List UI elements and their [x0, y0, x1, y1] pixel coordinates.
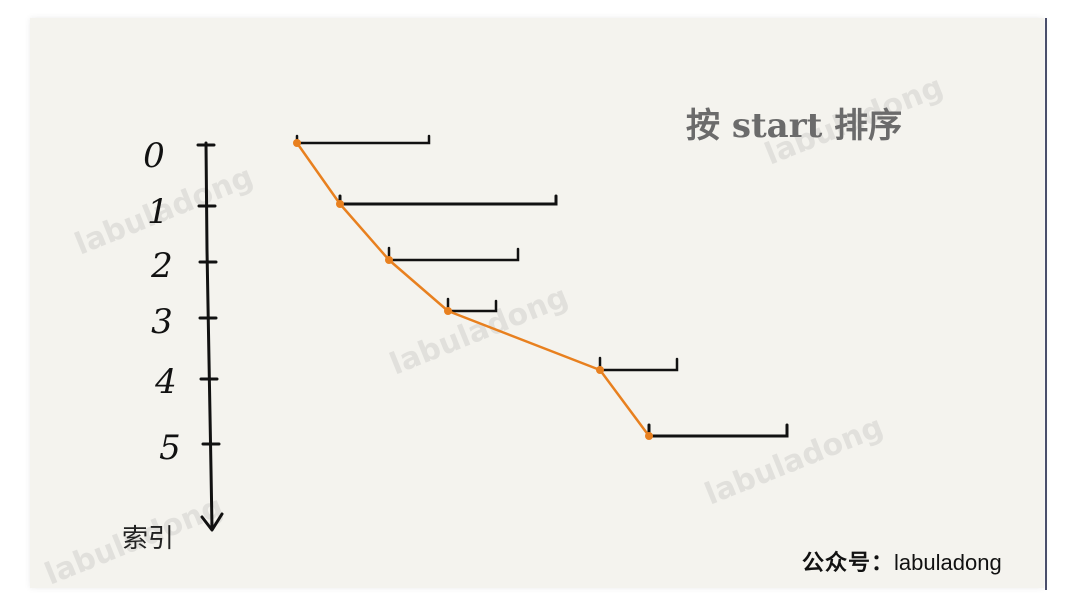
interval-1	[338, 194, 558, 206]
diagram-canvas: labuladong labuladong labuladong labulad…	[0, 0, 1076, 603]
start-point-3	[444, 307, 452, 315]
index-axis-line	[204, 141, 214, 530]
diagram-drawing	[196, 134, 789, 532]
interval-4	[598, 356, 679, 372]
interval-0	[295, 134, 431, 145]
start-point-1	[336, 200, 344, 208]
footer-prefix: 公众号：	[802, 550, 895, 576]
start-point-5	[645, 432, 653, 440]
interval-5	[647, 423, 789, 438]
start-point-0	[293, 139, 301, 147]
start-point-path	[295, 142, 651, 437]
start-point-2	[385, 256, 393, 264]
footer-account: labuladong	[894, 550, 1002, 575]
interval-2	[387, 246, 520, 262]
interval-3	[446, 297, 498, 313]
start-point-4	[596, 366, 604, 374]
footer-credit: 公众号：labuladong	[802, 545, 1002, 577]
